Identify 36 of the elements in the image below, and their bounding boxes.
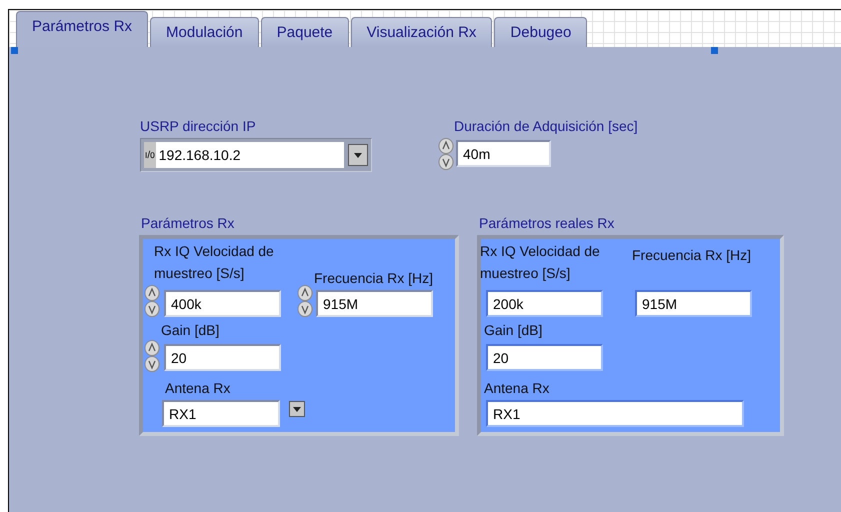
control-label: Gain [dB] xyxy=(161,321,220,340)
control-label: Frecuencia Rx [Hz] xyxy=(314,269,434,288)
indicator-field: 915M xyxy=(635,290,752,317)
control-label: Rx IQ Velocidad de muestreo [S/s] xyxy=(154,242,275,283)
indicator-field: 200k xyxy=(486,290,603,317)
numeric-field[interactable]: 20 xyxy=(164,344,281,371)
control-label: Rx IQ Velocidad de muestreo [S/s] xyxy=(480,242,601,283)
control-label: Antena Rx xyxy=(165,379,230,398)
indicator-field: 20 xyxy=(486,344,603,371)
control-label: Parámetros Rx xyxy=(141,214,234,233)
tab[interactable]: Paquete xyxy=(260,17,349,47)
tab[interactable]: Visualización Rx xyxy=(350,17,492,47)
spin-buttons[interactable] xyxy=(144,285,160,317)
numeric-field[interactable]: 915M xyxy=(316,290,433,317)
tab[interactable]: Debugeo xyxy=(494,17,588,47)
spin-buttons[interactable] xyxy=(144,340,160,372)
caret-icon xyxy=(354,152,362,158)
control-label: Parámetros reales Rx xyxy=(479,214,614,233)
dropdown-button[interactable] xyxy=(348,144,368,166)
control-label: Duración de Adquisición [sec] xyxy=(454,117,638,136)
control-label: Gain [dB] xyxy=(484,321,542,340)
numeric-field[interactable]: 40m xyxy=(456,140,551,167)
numeric-field[interactable]: RX1 xyxy=(162,400,280,427)
tab[interactable]: Parámetros Rx xyxy=(16,11,148,47)
control-label: Frecuencia Rx [Hz] xyxy=(632,246,752,265)
tab[interactable]: Modulación xyxy=(150,17,259,47)
control-label: USRP dirección IP xyxy=(140,117,256,136)
dropdown-button[interactable] xyxy=(289,401,305,417)
numeric-field[interactable]: 400k xyxy=(164,290,281,317)
spin-buttons[interactable] xyxy=(297,285,313,317)
control-label: Antena Rx xyxy=(484,379,550,398)
caret-icon xyxy=(293,406,301,412)
selection-handle[interactable] xyxy=(11,47,18,54)
indicator-field: RX1 xyxy=(486,400,744,427)
spin-buttons[interactable] xyxy=(438,138,454,170)
selection-handle[interactable] xyxy=(711,47,718,54)
